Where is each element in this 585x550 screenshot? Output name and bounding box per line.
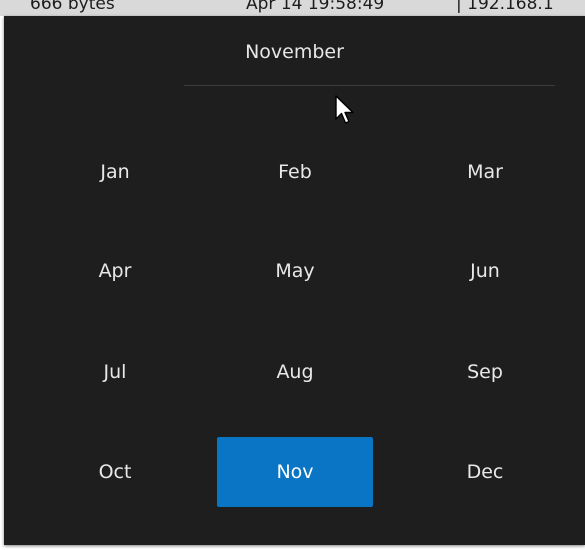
mouse-pointer-icon [335, 95, 354, 124]
month-grid: Jan Feb Mar Apr May Jun Jul Aug Sep Oct … [4, 16, 585, 545]
month-oct[interactable]: Oct [37, 437, 193, 507]
row-size: 666 bytes [30, 0, 115, 14]
month-jun[interactable]: Jun [407, 236, 563, 306]
month-aug[interactable]: Aug [217, 337, 373, 407]
month-feb[interactable]: Feb [217, 137, 373, 207]
month-dec[interactable]: Dec [407, 437, 563, 507]
month-sep[interactable]: Sep [407, 337, 563, 407]
month-jan[interactable]: Jan [37, 137, 193, 207]
month-nov[interactable]: Nov [217, 437, 373, 507]
background-list-row: 666 bytes Apr 14 19:58:49 | 192.168.1 [0, 0, 585, 16]
month-jul[interactable]: Jul [37, 337, 193, 407]
month-may[interactable]: May [217, 236, 373, 306]
month-mar[interactable]: Mar [407, 137, 563, 207]
month-picker: November Jan Feb Mar Apr May Jun Jul Aug… [4, 16, 585, 545]
month-apr[interactable]: Apr [37, 236, 193, 306]
row-address: | 192.168.1 [456, 0, 554, 14]
row-timestamp: Apr 14 19:58:49 [246, 0, 385, 14]
